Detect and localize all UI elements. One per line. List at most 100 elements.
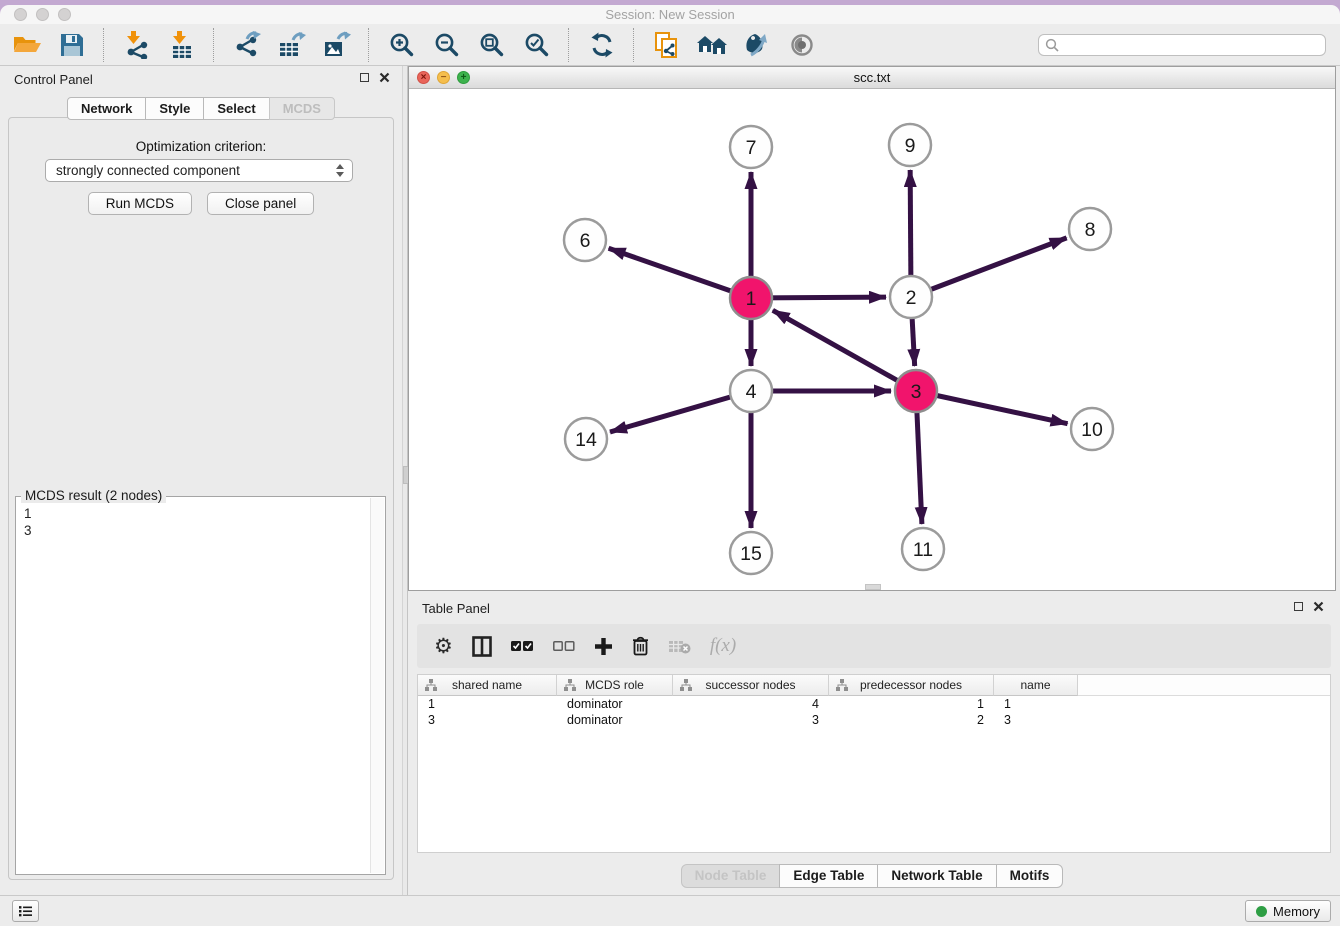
export-image-icon xyxy=(323,31,351,59)
node-14[interactable]: 14 xyxy=(565,418,607,460)
tab-node-table[interactable]: Node Table xyxy=(681,864,781,888)
search-icon xyxy=(1045,38,1059,52)
delete-column-button[interactable] xyxy=(632,636,649,656)
float-panel-icon[interactable] xyxy=(360,73,369,82)
float-table-panel-icon[interactable] xyxy=(1294,602,1303,611)
tab-mcds[interactable]: MCDS xyxy=(269,97,335,120)
export-image-button[interactable] xyxy=(320,28,353,61)
svg-text:4: 4 xyxy=(746,381,757,403)
node-3[interactable]: 3 xyxy=(895,370,937,412)
application-window: Session: New Session xyxy=(0,0,1340,926)
run-mcds-button[interactable]: Run MCDS xyxy=(88,192,192,215)
cell[interactable]: 1 xyxy=(994,697,1078,711)
cell[interactable]: 3 xyxy=(673,713,829,727)
optimization-criterion-select[interactable]: strongly connected component xyxy=(45,159,353,182)
select-all-columns-button[interactable] xyxy=(511,640,534,652)
close-panel-icon[interactable] xyxy=(379,72,390,83)
tab-select[interactable]: Select xyxy=(203,97,269,120)
table-row[interactable]: 3dominator323 xyxy=(418,712,1330,728)
mcds-buttons: Run MCDS Close panel xyxy=(9,192,393,215)
table-settings-button[interactable]: ⚙ xyxy=(434,636,453,656)
maximize-window-button[interactable] xyxy=(58,8,71,21)
show-task-history-button[interactable] xyxy=(12,900,39,922)
zoom-in-button[interactable] xyxy=(385,28,418,61)
column-hierarchy-icon xyxy=(680,679,692,694)
first-neighbors-button[interactable] xyxy=(695,28,728,61)
mcds-result-list[interactable]: 13 xyxy=(16,500,370,872)
table-panel-tabs: Node Table Edge Table Network Table Moti… xyxy=(408,864,1336,888)
mcds-result-line: 1 xyxy=(24,505,370,522)
control-panel-title: Control Panel xyxy=(14,72,93,87)
cell[interactable]: 3 xyxy=(418,713,557,727)
import-network-button[interactable] xyxy=(120,28,153,61)
cell[interactable]: dominator xyxy=(557,697,673,711)
toolbar-separator xyxy=(103,28,105,62)
table-row[interactable]: 1dominator411 xyxy=(418,696,1330,712)
cell[interactable]: 4 xyxy=(673,697,829,711)
column-header-successor-nodes[interactable]: successor nodes xyxy=(673,675,829,696)
cell[interactable]: 1 xyxy=(829,697,994,711)
add-column-button[interactable] xyxy=(594,637,613,656)
network-maximize-button[interactable]: + xyxy=(457,71,470,84)
node-table-body: 1dominator4113dominator323 xyxy=(418,696,1330,728)
tab-network-table[interactable]: Network Table xyxy=(877,864,996,888)
close-panel-button[interactable]: Close panel xyxy=(207,192,314,215)
cell[interactable]: dominator xyxy=(557,713,673,727)
node-10[interactable]: 10 xyxy=(1071,408,1113,450)
export-table-button[interactable] xyxy=(275,28,308,61)
minimize-window-button[interactable] xyxy=(36,8,49,21)
node-6[interactable]: 6 xyxy=(564,219,606,261)
function-builder-button[interactable]: f(x) xyxy=(710,635,736,657)
zoom-out-button[interactable] xyxy=(430,28,463,61)
mcds-panel: Optimization criterion: strongly connect… xyxy=(8,117,394,880)
zoom-fit-button[interactable] xyxy=(475,28,508,61)
edge-3-10[interactable] xyxy=(916,391,1068,424)
column-header-name[interactable]: name xyxy=(994,675,1078,696)
tab-motifs[interactable]: Motifs xyxy=(996,864,1064,888)
column-header-shared-name[interactable]: shared name xyxy=(418,675,557,696)
cell[interactable]: 3 xyxy=(994,713,1078,727)
tab-edge-table[interactable]: Edge Table xyxy=(779,864,878,888)
deselect-all-columns-button[interactable] xyxy=(553,641,575,652)
edge-1-6[interactable] xyxy=(609,248,751,298)
network-canvas[interactable]: 7 9 6 8 1 2 4 3 14 10 15 11 xyxy=(409,89,1335,590)
node-2[interactable]: 2 xyxy=(890,276,932,318)
column-header-predecessor-nodes[interactable]: predecessor nodes xyxy=(829,675,994,696)
open-file-button[interactable] xyxy=(10,28,43,61)
split-view-button[interactable] xyxy=(472,636,492,657)
save-session-button[interactable] xyxy=(55,28,88,61)
toolbar-separator xyxy=(368,28,370,62)
zoom-selected-button[interactable] xyxy=(520,28,553,61)
node-9[interactable]: 9 xyxy=(889,124,931,166)
node-11[interactable]: 11 xyxy=(902,528,944,570)
cell[interactable]: 2 xyxy=(829,713,994,727)
network-close-button[interactable]: × xyxy=(417,71,430,84)
export-network-button[interactable] xyxy=(230,28,263,61)
import-table-button[interactable] xyxy=(165,28,198,61)
edge-2-8[interactable] xyxy=(911,238,1067,297)
search-input[interactable] xyxy=(1064,36,1319,53)
tab-network[interactable]: Network xyxy=(67,97,146,120)
memory-button[interactable]: Memory xyxy=(1245,900,1331,922)
node-7[interactable]: 7 xyxy=(730,126,772,168)
node-15[interactable]: 15 xyxy=(730,532,772,574)
close-window-button[interactable] xyxy=(14,8,27,21)
close-table-panel-icon[interactable] xyxy=(1313,601,1324,612)
node-4[interactable]: 4 xyxy=(730,370,772,412)
tab-style[interactable]: Style xyxy=(145,97,204,120)
edge-3-1[interactable] xyxy=(773,310,916,391)
node-1[interactable]: 1 xyxy=(730,277,772,319)
show-hide-graphics-button[interactable] xyxy=(785,28,818,61)
network-minimize-button[interactable]: − xyxy=(437,71,450,84)
refresh-styles-button[interactable] xyxy=(585,28,618,61)
network-window-resize-grip[interactable] xyxy=(865,584,881,590)
column-header-MCDS-role[interactable]: MCDS role xyxy=(557,675,673,696)
clone-network-button[interactable] xyxy=(650,28,683,61)
delete-table-button[interactable] xyxy=(668,639,691,654)
mcds-result-scrollbar[interactable] xyxy=(370,498,384,873)
node-8[interactable]: 8 xyxy=(1069,208,1111,250)
apply-style-button[interactable] xyxy=(740,28,773,61)
search-box[interactable] xyxy=(1038,34,1326,56)
cell[interactable]: 1 xyxy=(418,697,557,711)
export-table-icon xyxy=(278,31,306,59)
